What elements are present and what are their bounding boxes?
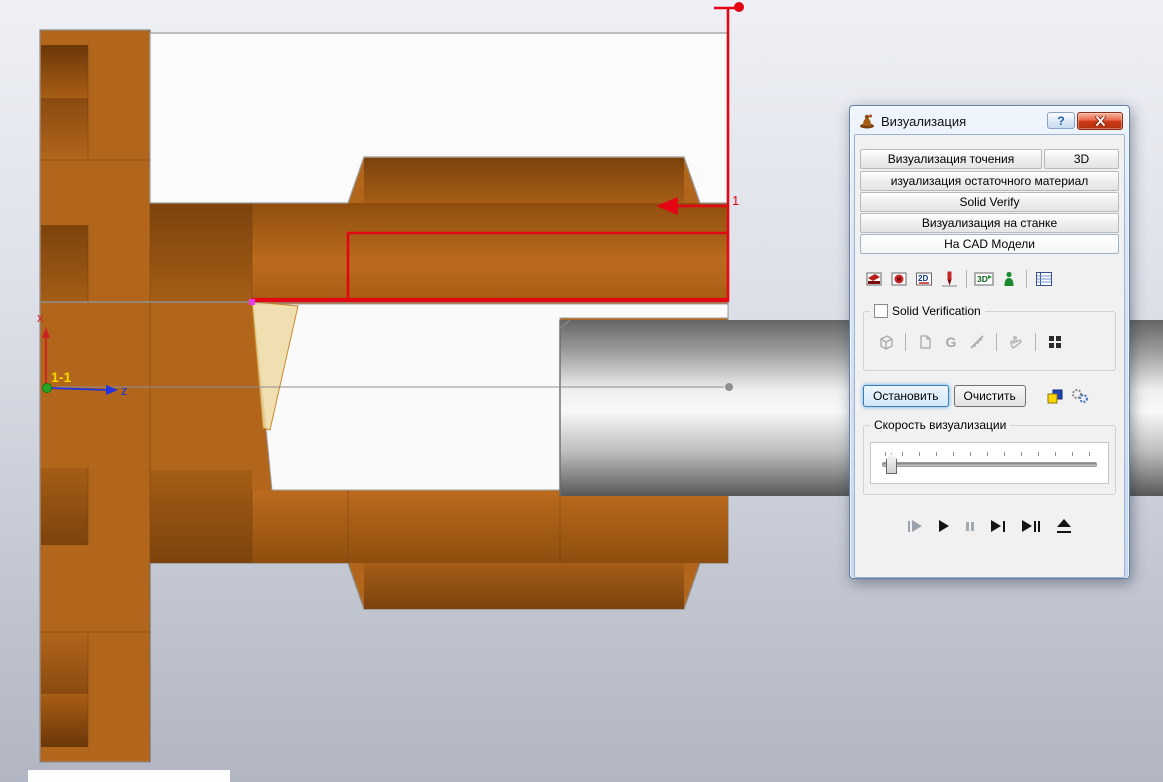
sv-separator [905, 333, 906, 351]
x-axis-label: x [37, 310, 44, 325]
visualization-dialog: Визуализация ? Визуализация точения 3D и… [849, 105, 1130, 579]
section-cube-icon[interactable] [876, 332, 896, 352]
speed-slider-thumb[interactable] [886, 453, 897, 474]
dialog-titlebar[interactable]: Визуализация ? [854, 106, 1125, 134]
tab-3d[interactable]: 3D [1043, 149, 1119, 169]
simulation-controls-row: Остановить Очистить [855, 371, 1124, 407]
visualization-app-icon [858, 113, 876, 129]
toolbar-separator [1026, 270, 1027, 288]
pause-button[interactable] [966, 521, 974, 531]
solid-simulation-icon[interactable] [888, 268, 910, 290]
tab-cad-model[interactable]: На CAD Модели [860, 234, 1119, 254]
3d-simulation-icon[interactable]: 3D [973, 268, 995, 290]
toolpath-node-point [249, 299, 255, 305]
tool-position-icon[interactable] [938, 268, 960, 290]
svg-text:2D: 2D [918, 274, 928, 283]
machine-simulation-icon[interactable] [998, 268, 1020, 290]
sv-separator [996, 333, 997, 351]
turning-simulation-icon[interactable] [863, 268, 885, 290]
simulation-icon-toolbar: 2D 3D [855, 255, 1124, 291]
application-window: 1 x z 1-1 Визуализация ? Визуализация то… [0, 0, 1163, 782]
solid-verification-group: Solid Verification G [863, 304, 1116, 371]
colors-icon[interactable] [1045, 386, 1065, 406]
rotate-g-icon[interactable]: G [941, 332, 961, 352]
tab-solid-verify[interactable]: Solid Verify [860, 192, 1119, 212]
stop-button[interactable]: Остановить [863, 385, 949, 407]
2d-simulation-icon[interactable]: 2D [913, 268, 935, 290]
background-window-strip [28, 770, 230, 782]
toolpath-start-point [734, 2, 744, 12]
close-icon [1094, 116, 1106, 126]
visualization-speed-group: Скорость визуализации [863, 418, 1116, 495]
solid-verification-label: Solid Verification [892, 304, 981, 318]
speed-group-label: Скорость визуализации [874, 418, 1007, 432]
solid-verification-checkbox[interactable] [874, 304, 888, 318]
tab-residual-material-visualization[interactable]: изуализация остаточного материал [860, 171, 1119, 191]
gears-icon[interactable] [1070, 386, 1090, 406]
help-label: ? [1057, 113, 1065, 128]
slider-ticks [885, 452, 1094, 456]
toolbar-separator [966, 270, 967, 288]
z-axis-label: z [121, 383, 128, 398]
grab-page-icon[interactable] [915, 332, 935, 352]
toolpath-step-label: 1 [732, 193, 739, 208]
speed-slider[interactable] [870, 442, 1109, 484]
pan-hand-icon[interactable] [1006, 332, 1026, 352]
centerline-endpoint [725, 383, 733, 391]
help-button[interactable]: ? [1047, 112, 1075, 129]
clear-button[interactable]: Очистить [953, 385, 1026, 407]
settings-list-icon[interactable] [1033, 268, 1055, 290]
playback-controls [855, 519, 1124, 533]
speed-slider-track[interactable] [882, 462, 1097, 467]
play-button[interactable] [939, 520, 949, 532]
sv-separator [1035, 333, 1036, 351]
next-step-button[interactable] [991, 520, 1005, 532]
svg-text:3D: 3D [977, 274, 988, 284]
tab-turning-visualization[interactable]: Визуализация точения [860, 149, 1042, 169]
section-label: 1-1 [51, 369, 71, 385]
zoom-grid-icon[interactable] [1045, 332, 1065, 352]
go-to-end-button[interactable] [1022, 520, 1040, 532]
measure-icon[interactable] [967, 332, 987, 352]
dialog-client-area: Визуализация точения 3D изуализация оста… [854, 134, 1125, 578]
visualization-mode-tabs: Визуализация точения 3D изуализация оста… [855, 135, 1124, 254]
dialog-title: Визуализация [881, 113, 967, 129]
tab-machine-visualization[interactable]: Визуализация на станке [860, 213, 1119, 233]
close-button[interactable] [1077, 112, 1123, 130]
play-from-start-button[interactable] [908, 520, 922, 532]
single-block-button[interactable] [1057, 519, 1071, 533]
